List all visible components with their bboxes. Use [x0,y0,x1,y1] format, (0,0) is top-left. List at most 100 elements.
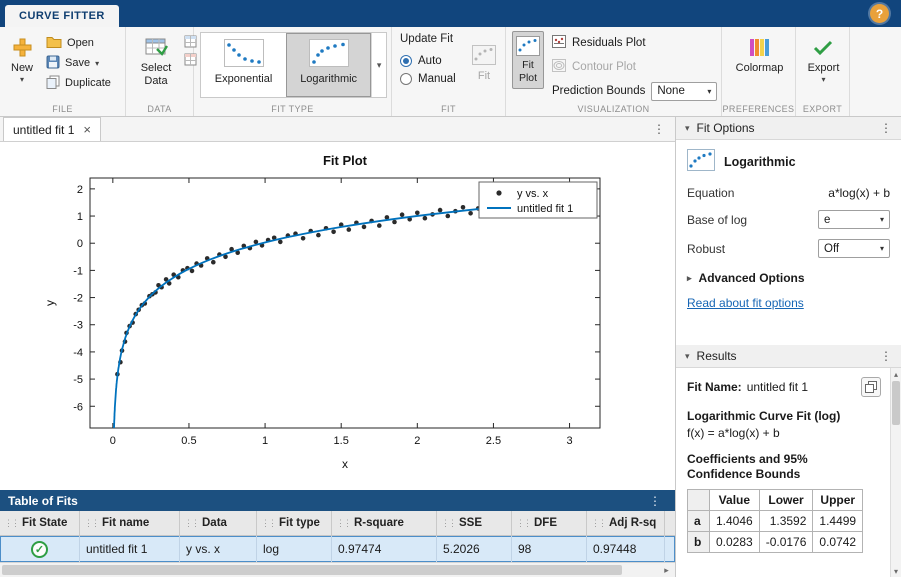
svg-text:x: x [342,457,348,471]
export-caret-icon: ▾ [821,76,825,84]
tabstrip-kebab-icon[interactable]: ⋮ [653,122,665,136]
column-adj-r-sq[interactable]: ⋮⋮Adj R-sq [587,511,665,535]
svg-text:0: 0 [110,435,116,447]
manual-radio-circle [400,73,412,85]
ribbon-section-file: New ▾ Open Save ▾ Duplicate [0,27,126,116]
colormap-button[interactable]: Colormap [731,31,789,78]
svg-text:-5: -5 [73,374,83,386]
robust-dropdown[interactable]: Off ▾ [818,239,890,258]
scroll-up-arrow-icon[interactable]: ▴ [891,368,901,380]
manual-radio[interactable]: Manual [400,73,465,85]
section-label-preferences: PREFERENCES [722,104,795,114]
grip-icon: ⋮⋮ [516,518,530,529]
export-check-icon [813,34,833,60]
base-of-log-dropdown[interactable]: e ▾ [818,210,890,229]
ribbon-section-export: Export ▾ EXPORT [796,27,850,116]
expand-caret-icon: ▸ [687,273,692,284]
fit-options-kebab-icon[interactable]: ⋮ [880,121,892,135]
options-column: ▾ Fit Options ⋮ Logarithmic Equation a*l… [676,117,901,577]
select-data-icon [144,34,168,60]
vertical-scrollbar[interactable]: ▴ ▾ [890,368,901,577]
tab-curve-fitter[interactable]: CURVE FITTER [5,5,119,27]
export-button[interactable]: Export ▾ [803,31,845,87]
grip-icon: ⋮⋮ [591,518,605,529]
copy-results-button[interactable] [861,377,881,397]
save-icon [46,55,60,72]
horizontal-scrollbar-thumb[interactable] [2,565,622,575]
read-about-fit-options-link[interactable]: Read about fit options [687,296,804,310]
column-sse[interactable]: ⋮⋮SSE [437,511,512,535]
column-dfe[interactable]: ⋮⋮DFE [512,511,587,535]
help-button[interactable]: ? [870,4,889,23]
save-button[interactable]: Save ▾ [42,53,115,73]
scroll-right-arrow-icon[interactable]: ▸ [660,564,673,576]
fit-plot-toggle[interactable]: Fit Plot [512,31,544,89]
results-header[interactable]: ▾ Results ⋮ [676,345,901,368]
svg-text:3: 3 [566,435,572,447]
copy-icon [865,381,877,393]
tab-close-icon[interactable]: × [83,122,91,137]
scroll-down-arrow-icon[interactable]: ▾ [891,565,901,577]
auto-radio[interactable]: Auto [400,55,465,67]
grip-icon: ⋮⋮ [84,518,98,529]
robust-label: Robust [687,242,725,256]
fit-options-header[interactable]: ▾ Fit Options ⋮ [676,117,901,140]
svg-text:-2: -2 [73,293,83,305]
svg-text:0: 0 [77,238,83,250]
fit-formula: f(x) = a*log(x) + b [687,426,881,440]
vertical-scrollbar-thumb[interactable] [892,381,900,425]
new-button[interactable]: New ▾ [6,31,38,87]
base-of-log-label: Base of log [687,213,747,227]
fit-type-name: Logarithmic [724,155,796,169]
horizontal-scrollbar[interactable]: ▸ [0,562,675,577]
value-header: Value [710,490,760,511]
fit-type-gallery-arrow[interactable]: ▾ [371,33,386,97]
document-tabstrip: untitled fit 1 × ⋮ [0,117,675,142]
folder-icon [46,35,62,51]
contour-plot-button[interactable]: Contour Plot [552,57,717,77]
fit-button[interactable]: Fit [467,39,501,86]
ribbon-section-fit: Update Fit Auto Manual Fit [392,27,506,116]
adj-r-sq-cell: 0.97448 [587,536,665,562]
fit-type-exponential[interactable]: Exponential [201,33,286,97]
residuals-plot-button[interactable]: Residuals Plot [552,33,717,53]
column-fit-name[interactable]: ⋮⋮Fit name [80,511,180,535]
svg-text:2: 2 [77,184,83,196]
results-kebab-icon[interactable]: ⋮ [880,349,892,363]
table-row[interactable]: ✓ untitled fit 1 y vs. x log 0.97474 5.2… [0,536,675,562]
gallery-caret-icon: ▾ [377,60,382,71]
coefficient-row-b: b 0.0283 -0.0176 0.0742 [688,532,863,553]
fit-type-logarithmic[interactable]: Logarithmic [286,33,371,97]
grip-icon: ⋮⋮ [441,518,455,529]
svg-text:1: 1 [262,435,268,447]
section-label-file: FILE [0,104,125,114]
fit-icon [472,42,496,68]
advanced-options-expander[interactable]: ▸ Advanced Options [687,271,890,285]
select-data-button[interactable]: Select Data [132,31,180,90]
prediction-bounds-caret-icon: ▾ [707,87,711,96]
duplicate-button[interactable]: Duplicate [42,73,115,93]
fit-type-cell: log [257,536,332,562]
grip-icon: ⋮⋮ [261,518,275,529]
collapse-caret-icon: ▾ [685,123,690,134]
column-r-square[interactable]: ⋮⋮R-square [332,511,437,535]
column-data[interactable]: ⋮⋮Data [180,511,257,535]
coefficients-heading: Coefficients and 95% Confidence Bounds [687,452,857,482]
svg-text:-4: -4 [73,347,83,359]
table-of-fits-kebab-icon[interactable]: ⋮ [649,494,661,508]
residuals-plot-icon [552,35,566,51]
prediction-bounds-dropdown[interactable]: None ▾ [651,82,717,101]
column-fit-type[interactable]: ⋮⋮Fit type [257,511,332,535]
svg-text:-3: -3 [73,320,83,332]
svg-text:2: 2 [414,435,420,447]
document-column: untitled fit 1 × ⋮ Fit Plot00.511.522.53… [0,117,676,577]
svg-text:-1: -1 [73,265,83,277]
logarithmic-type-icon [687,149,715,174]
column-fit-state[interactable]: ⋮⋮Fit State [0,511,80,535]
svg-text:2.5: 2.5 [486,435,501,447]
corner-cell [688,490,710,511]
open-button[interactable]: Open [42,33,115,53]
svg-text:y vs. x: y vs. x [517,188,549,200]
document-tab[interactable]: untitled fit 1 × [3,117,101,141]
fit-name-cell: untitled fit 1 [80,536,180,562]
